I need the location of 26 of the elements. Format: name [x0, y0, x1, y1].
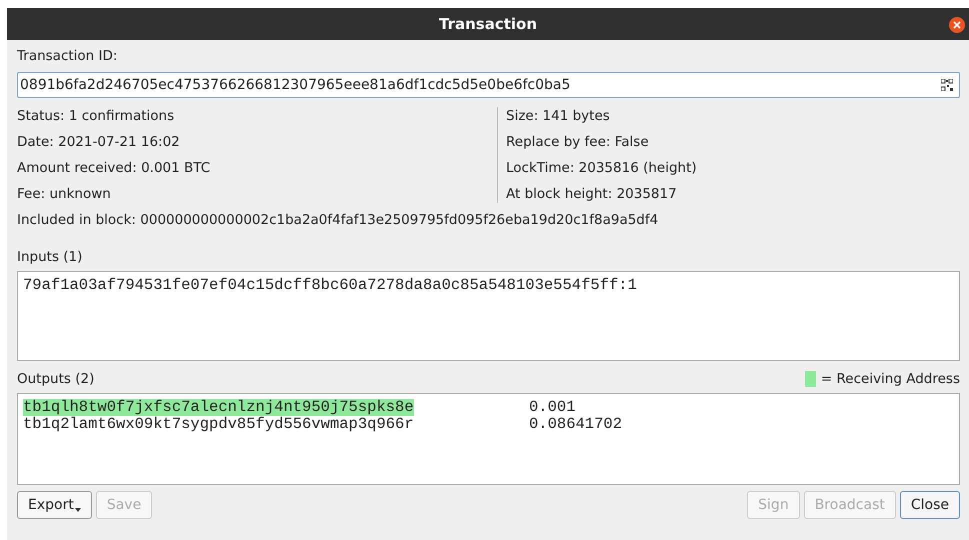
caret-icon — [74, 508, 81, 512]
detail-text: Replace by fee: False — [506, 133, 650, 151]
detail-text: Amount received: 0.001 BTC — [17, 159, 212, 177]
qr-code-icon[interactable] — [941, 79, 953, 91]
transaction-id-field[interactable]: 0891b6fa2d246705ec4753766266812307965eee81a6df1cdc5d5e0be6fc0ba5 — [17, 72, 960, 98]
window-title: Transaction — [438, 15, 538, 33]
detail-text: At block height: 2035817 — [506, 185, 678, 203]
detail-text: LockTime: 2035816 (height) — [506, 159, 698, 177]
output-address[interactable]: tb1q2lamt6wx09kt7sygpdv85fyd556vwmap3q966r — [23, 416, 414, 433]
legend-text: = Receiving Address — [820, 371, 960, 387]
footer-button[interactable]: Close — [900, 491, 960, 519]
inputs-label: Inputs (1) — [17, 249, 84, 265]
close-icon[interactable] — [949, 17, 965, 33]
output-address[interactable]: tb1qlh8tw0f7jxfsc7alecnlznj4nt950j75spks8e — [23, 399, 414, 416]
detail-text: Date: 2021-07-21 16:02 — [17, 133, 181, 151]
footer-button[interactable]: Export — [17, 491, 92, 519]
outputs-label: Outputs (2) — [17, 371, 94, 387]
output-amount: 0.08641702 — [529, 416, 624, 433]
input-row[interactable]: 79af1a03af794531fe07ef04c15dcff8bc60a7278da8a0c85a548103e554f5ff:1 — [23, 277, 954, 294]
block-hash-text: Included in block: 000000000000002c1ba2a0f4faf13e2509795fd095f26eba19d20c1f8a9a5df4 — [17, 211, 660, 229]
detail-text: Size: 141 bytes — [506, 107, 611, 125]
transaction-id-label: Transaction ID: — [17, 48, 118, 64]
output-amount: 0.001 — [529, 399, 577, 416]
legend-swatch — [804, 371, 816, 387]
detail-text: Fee: unknown — [17, 185, 112, 203]
detail-text: Status: 1 confirmations — [17, 107, 176, 125]
